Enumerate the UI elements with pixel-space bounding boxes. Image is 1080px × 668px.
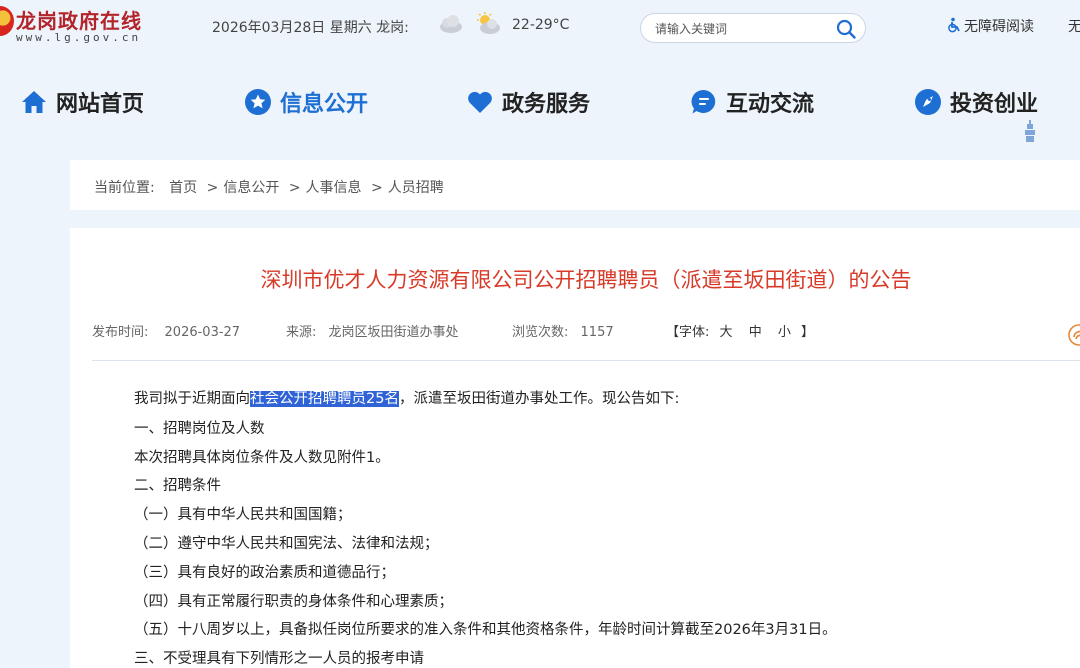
views-value: 1157: [580, 325, 614, 340]
article-line: 二、招聘条件: [134, 478, 221, 494]
breadcrumb-card: 当前位置: 首页 > 信息公开 > 人事信息 > 人员招聘: [70, 160, 1080, 210]
main-nav: 网站首页 信息公开 政务服务 互动交流 投资创业: [0, 80, 1080, 124]
nav-label-gov-service: 政务服务: [502, 92, 591, 117]
article-line: （一）具有中华人民共和国国籍；: [134, 507, 352, 523]
star-icon: [245, 89, 271, 115]
article-line: 三、不受理具有下列情形之一人员的报考申请: [134, 651, 424, 667]
source-value: 龙岗区坂田街道办事处: [328, 325, 459, 340]
rocket-icon: [915, 89, 941, 115]
breadcrumb-separator: >: [206, 180, 219, 196]
breadcrumb-item-home[interactable]: 首页: [169, 180, 197, 196]
home-icon: [22, 91, 46, 113]
article-line: 本次招聘具体岗位条件及人数见附件1。: [134, 450, 390, 466]
source-label: 来源:: [286, 325, 317, 340]
meta-divider: [92, 360, 1080, 361]
search-input[interactable]: [655, 20, 825, 38]
breadcrumb-separator: >: [371, 180, 383, 196]
search-icon[interactable]: [835, 18, 857, 40]
site-logo-title[interactable]: 龙岗政府在线: [16, 5, 142, 34]
nav-item-interaction[interactable]: 互动交流: [690, 84, 814, 120]
selected-text: 社会公开招聘聘员25名: [250, 391, 399, 407]
nav-item-gov-service[interactable]: 政务服务: [466, 84, 590, 120]
heart-icon: [468, 91, 492, 113]
nav-item-home[interactable]: 网站首页: [20, 84, 144, 120]
publish-date: 2026-03-27: [164, 325, 241, 340]
breadcrumb-prefix: 当前位置:: [94, 180, 155, 196]
nav-label-investment: 投资创业: [950, 92, 1039, 117]
wheelchair-icon: [948, 17, 960, 33]
breadcrumb-separator: >: [288, 180, 301, 196]
view-count: 浏览次数: 1157: [512, 321, 614, 340]
breadcrumb-item-personnel[interactable]: 人事信息: [306, 180, 362, 196]
breadcrumb-item-recruitment[interactable]: 人员招聘: [388, 180, 444, 196]
temperature: 22-29°C: [512, 17, 570, 33]
chat-icon: [691, 89, 716, 114]
article-title: 深圳市优才人力资源有限公司公开招聘聘员（派遣至坂田街道）的公告: [260, 268, 912, 292]
accessibility-link[interactable]: 无障碍阅读: [946, 16, 1034, 36]
font-size-close: 】: [801, 325, 815, 340]
nav-label-info-open: 信息公开: [280, 92, 369, 117]
article-line: （四）具有正常履行职责的身体条件和心理素质；: [134, 594, 453, 610]
font-size-control: 【字体: 大 中 小 】: [666, 321, 814, 340]
nav-item-investment[interactable]: 投资创业: [914, 84, 1038, 120]
publish-time: 发布时间: 2026-03-27: [92, 321, 240, 340]
sun-cloud-icon: [477, 12, 500, 34]
building-icon: [1025, 120, 1035, 142]
font-size-large-button[interactable]: 大: [720, 325, 733, 340]
breadcrumb-item-info-open[interactable]: 信息公开: [223, 180, 279, 196]
search-box: [640, 13, 866, 43]
nav-label-home: 网站首页: [56, 92, 145, 117]
font-size-medium-button[interactable]: 中: [749, 325, 762, 340]
article-line: （五）十八周岁以上，具备拟任岗位所要求的准入条件和其他资格条件，年龄时间计算截至…: [134, 622, 837, 638]
government-emblem-icon: [0, 6, 14, 36]
article-line: 一、招聘岗位及人数: [134, 421, 265, 437]
font-size-open: 【字体:: [666, 325, 710, 340]
nav-item-info-open[interactable]: 信息公开: [244, 84, 368, 120]
article-paragraph: 我司拟于近期面向社会公开招聘聘员25名，派遣至坂田街道办事处工作。现公告如下:: [134, 387, 679, 408]
date-location: 2026年03月28日 星期六 龙岗:: [212, 20, 409, 36]
share-icon[interactable]: [1068, 324, 1080, 346]
font-size-small-button[interactable]: 小: [778, 325, 791, 340]
cloud-icon: [440, 15, 462, 33]
article-line: （二）遵守中华人民共和国宪法、法律和法规；: [134, 536, 439, 552]
article-source: 来源: 龙岗区坂田街道办事处: [286, 321, 459, 340]
views-label: 浏览次数:: [512, 325, 569, 340]
article-card: 深圳市优才人力资源有限公司公开招聘聘员（派遣至坂田街道）的公告 发布时间: 20…: [70, 228, 1080, 668]
site-logo-url: www.lg.gov.cn: [16, 31, 142, 44]
paragraph-text: 我司拟于近期面向: [134, 391, 250, 407]
paragraph-text: ，派遣至坂田街道办事处工作。现公告如下:: [398, 391, 680, 407]
article-line: （三）具有良好的政治素质和道德品行；: [134, 565, 395, 581]
nav-label-interaction: 互动交流: [726, 92, 815, 117]
breadcrumb: 当前位置: 首页 > 信息公开 > 人事信息 > 人员招聘: [94, 177, 444, 197]
publish-time-label: 发布时间:: [92, 325, 149, 340]
accessibility-label: 无障碍阅读: [964, 19, 1034, 35]
extra-header-link[interactable]: 无: [1068, 16, 1080, 36]
top-bar: 龙岗政府在线 www.lg.gov.cn 2026年03月28日 星期六 龙岗:…: [0, 0, 1080, 60]
